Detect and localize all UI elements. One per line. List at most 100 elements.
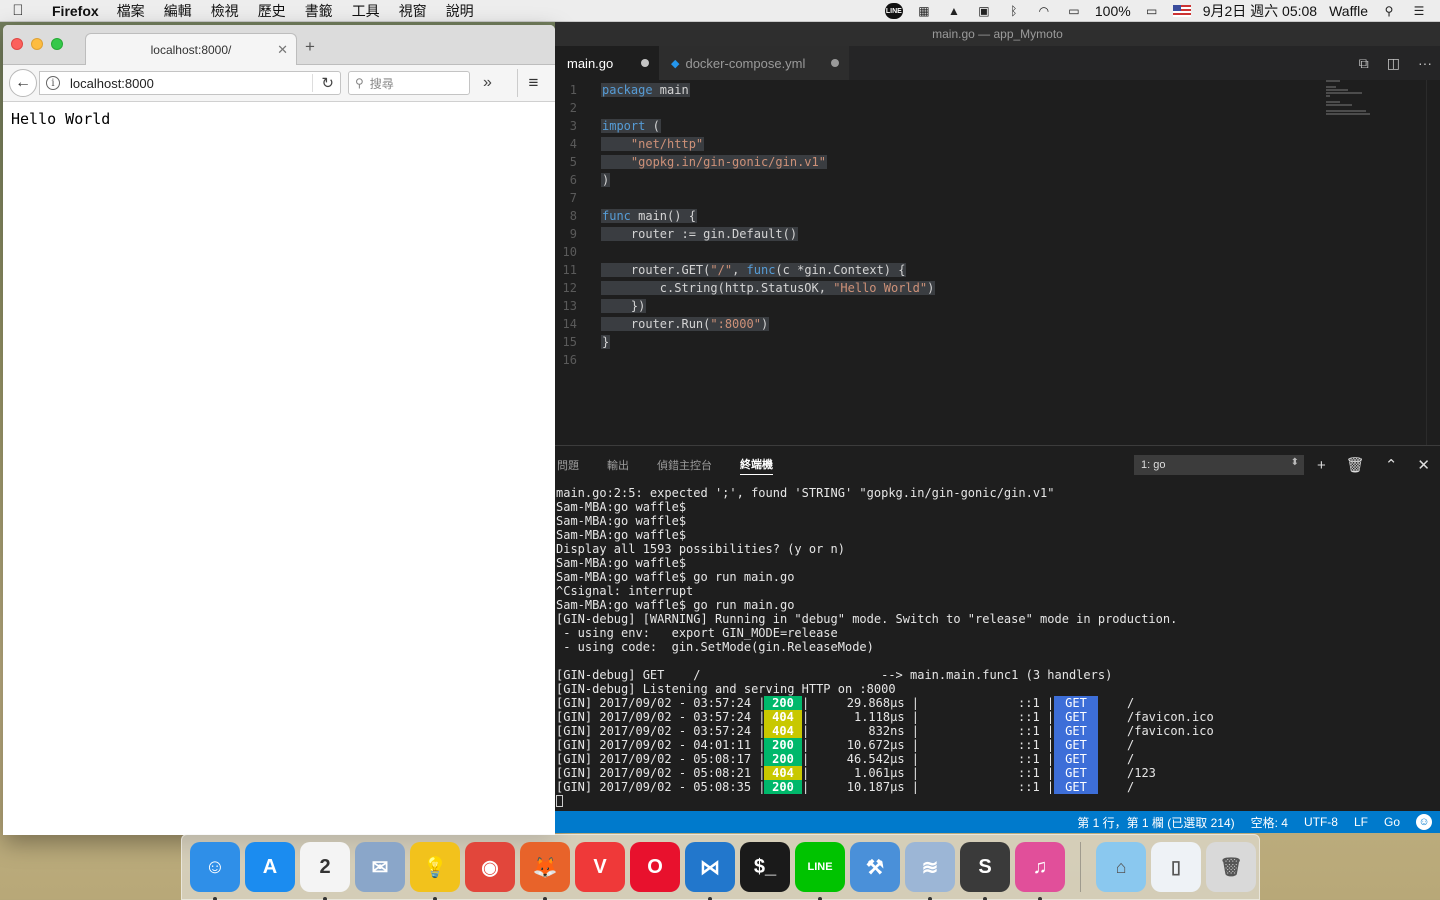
code-line[interactable]: 7 (555, 189, 1440, 207)
code-line[interactable]: 16 (555, 351, 1440, 369)
feedback-smiley-icon[interactable]: ☺ (1416, 814, 1432, 830)
clock[interactable]: 9月2日 週六 05:08 (1203, 1, 1317, 21)
maximize-window-button[interactable] (51, 38, 63, 50)
battery-icon[interactable]: ▭ (1143, 3, 1161, 19)
code-line[interactable]: 2 (555, 99, 1440, 117)
encoding[interactable]: UTF-8 (1304, 815, 1338, 829)
open-changes-icon[interactable]: ⧉ (1359, 55, 1369, 72)
unsaved-dot-icon[interactable] (831, 59, 839, 67)
language-mode[interactable]: Go (1384, 815, 1400, 829)
menu-window[interactable]: 視窗 (399, 1, 427, 21)
browser-tab[interactable]: localhost:8000/ ✕ (85, 33, 297, 65)
overflow-chevron-icon[interactable]: » (483, 74, 492, 92)
code-line[interactable]: 13 }) (555, 297, 1440, 315)
menu-help[interactable]: 說明 (446, 1, 474, 21)
split-editor-icon[interactable]: ◫ (1387, 55, 1400, 72)
airplay-icon[interactable]: ▭ (1065, 3, 1083, 19)
menu-bookmarks[interactable]: 書籤 (305, 1, 333, 21)
back-button[interactable]: ← (9, 69, 37, 97)
tab-docker-compose[interactable]: ◆ docker-compose.yml (659, 46, 849, 80)
editor-scrollbar[interactable] (1426, 80, 1440, 445)
code-line[interactable]: 10 (555, 243, 1440, 261)
more-actions-icon[interactable]: ··· (1418, 55, 1432, 71)
tab-problems[interactable]: 問題 (557, 457, 579, 473)
indentation[interactable]: 空格: 4 (1251, 814, 1288, 831)
maximize-panel-icon[interactable]: ⌃ (1385, 456, 1398, 474)
menu-tools[interactable]: 工具 (352, 1, 380, 21)
line-status-icon[interactable]: LINE (884, 3, 903, 19)
new-terminal-icon[interactable]: + (1317, 457, 1326, 474)
terminal-icon[interactable]: $_ (740, 842, 790, 892)
notification-center-icon[interactable]: ☰ (1410, 3, 1428, 19)
user-name[interactable]: Waffle (1329, 3, 1368, 19)
tab-output[interactable]: 輸出 (607, 457, 629, 473)
terminal-prompt[interactable] (555, 794, 1440, 808)
calendar-icon[interactable]: 2 (300, 842, 350, 900)
docker-status-icon[interactable]: ▦ (915, 3, 933, 19)
terminal-line: - using code: gin.SetMode(gin.ReleaseMod… (556, 640, 874, 654)
applications-folder-icon[interactable]: ⌂ (1096, 842, 1146, 892)
reload-icon[interactable]: ↻ (312, 74, 334, 92)
code-line[interactable]: 15} (555, 333, 1440, 351)
code-line[interactable]: 9 router := gin.Default() (555, 225, 1440, 243)
cursor-position[interactable]: 第 1 行，第 1 欄 (已選取 214) (1077, 814, 1234, 831)
close-window-button[interactable] (11, 38, 23, 50)
request-path: / (1127, 738, 1135, 752)
spotlight-search-icon[interactable]: ⚲ (1380, 3, 1398, 19)
terminal-output[interactable]: main.go:2:5: expected ';', found 'STRING… (555, 486, 1440, 812)
tab-main-go[interactable]: main.go (555, 46, 659, 80)
xcode-icon[interactable]: ⚒ (850, 842, 900, 892)
vscode-icon[interactable]: ⋈ (685, 842, 735, 900)
wifi-icon[interactable]: ◠ (1035, 3, 1053, 19)
sublime-icon[interactable]: S (960, 842, 1010, 900)
trash-terminal-icon[interactable]: 🗑 (1346, 456, 1365, 474)
app-menu[interactable]: Firefox (52, 3, 99, 19)
end-of-line[interactable]: LF (1354, 815, 1368, 829)
us-flag-icon[interactable] (1172, 5, 1191, 17)
site-info-icon[interactable]: i (46, 76, 60, 90)
close-panel-icon[interactable]: ✕ (1417, 456, 1430, 474)
tab-terminal[interactable]: 終端機 (740, 456, 773, 475)
minimap[interactable] (1326, 80, 1386, 120)
code-line[interactable]: 6) (555, 171, 1440, 189)
bluetooth-icon[interactable]: ᛒ (1005, 3, 1023, 19)
menu-edit[interactable]: 編輯 (164, 1, 192, 21)
trash-icon[interactable]: 🗑 (1206, 842, 1256, 892)
hamburger-menu-icon[interactable]: ≡ (517, 69, 549, 97)
code-line[interactable]: 1 package main (555, 81, 1440, 99)
search-box[interactable]: ⚲ 搜尋 (348, 71, 470, 95)
code-line[interactable]: 8 func main() { (555, 207, 1440, 225)
line-icon[interactable]: LINE (795, 842, 845, 900)
code-line[interactable]: 4 "net/http" (555, 135, 1440, 153)
code-editor[interactable]: 1 package main 2 3 import (4 "net/http" 5 "go… (555, 80, 1440, 445)
finder-icon[interactable]: ☺ (190, 842, 240, 900)
minimize-window-button[interactable] (31, 38, 43, 50)
menu-history[interactable]: 歷史 (258, 1, 286, 21)
firefox-icon[interactable]: 🦊 (520, 842, 570, 900)
input-method-icon[interactable]: ▣ (975, 3, 993, 19)
code-line[interactable]: 11 router.GET("/", func(c *gin.Context) … (555, 261, 1440, 279)
apple-menu-icon[interactable]:  (0, 2, 36, 19)
url-bar[interactable]: i localhost:8000 ↻ (39, 71, 341, 95)
vivaldi-icon[interactable]: V (575, 842, 625, 892)
google-drive-icon[interactable]: ▲ (945, 3, 963, 19)
app-store-icon[interactable]: A (245, 842, 295, 892)
menu-view[interactable]: 檢視 (211, 1, 239, 21)
new-tab-button[interactable]: + (305, 37, 315, 57)
chrome-icon[interactable]: ◉ (465, 842, 515, 892)
opera-icon[interactable]: O (630, 842, 680, 892)
itunes-icon[interactable]: ♫ (1015, 842, 1065, 900)
document-icon[interactable]: ▯ (1151, 842, 1201, 892)
preview-icon[interactable]: ✉ (355, 842, 405, 892)
code-line[interactable]: 12 c.String(http.StatusOK, "Hello World"… (555, 279, 1440, 297)
code-line[interactable]: 14 router.Run(":8000") (555, 315, 1440, 333)
tab-debug-console[interactable]: 偵錯主控台 (657, 457, 712, 473)
unsaved-dot-icon[interactable] (641, 59, 649, 67)
close-tab-icon[interactable]: ✕ (277, 42, 288, 58)
lightbulb-icon[interactable]: 💡 (410, 842, 460, 900)
terminal-select[interactable]: 1: go ⬍ (1134, 455, 1304, 475)
menu-file[interactable]: 檔案 (117, 1, 145, 21)
code-line[interactable]: 5 "gopkg.in/gin-gonic/gin.v1" (555, 153, 1440, 171)
stack-icon[interactable]: ≋ (905, 842, 955, 900)
code-line[interactable]: 3 import ( (555, 117, 1440, 135)
